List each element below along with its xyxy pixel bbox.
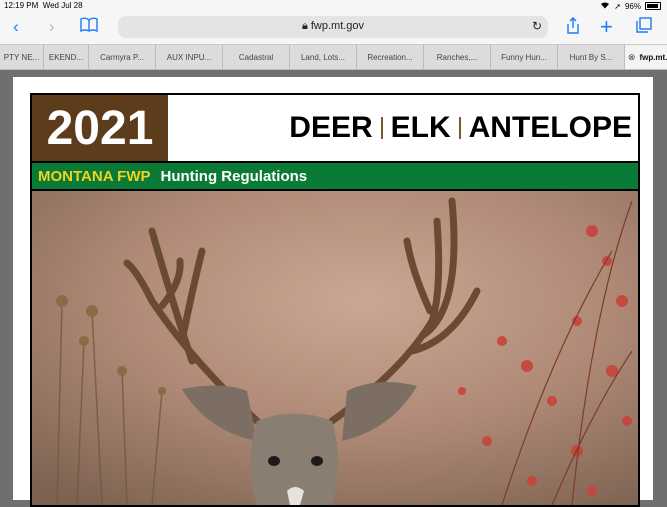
tab-label: Cadastral xyxy=(238,52,274,62)
status-right: ➚ 96% xyxy=(600,1,661,11)
reload-icon[interactable]: ↻ xyxy=(532,19,542,33)
browser-tab[interactable]: Carmyra P... xyxy=(89,45,156,69)
tab-label: EKEND... xyxy=(48,52,84,62)
agency-label: MONTANA FWP xyxy=(38,167,151,185)
browser-tab[interactable]: EKEND... xyxy=(44,45,89,69)
browser-tab[interactable]: Land, Lots... xyxy=(290,45,357,69)
browser-tab[interactable]: AUX INPU... xyxy=(156,45,223,69)
lock-icon: 🔒︎ xyxy=(301,20,308,32)
cover-frame: 2021 DEER ELK ANTELOPE MONTANA FWP Hunti… xyxy=(30,93,640,507)
location-icon: ➚ xyxy=(614,1,621,11)
url-label: fwp.mt.gov xyxy=(310,20,365,32)
forward-icon[interactable]: › xyxy=(49,17,55,37)
back-icon[interactable]: ‹ xyxy=(13,17,19,37)
browser-tab[interactable]: PTY NE... xyxy=(0,45,44,69)
browser-tab[interactable]: Ranches,... xyxy=(424,45,491,69)
share-icon[interactable] xyxy=(566,17,580,40)
tab-label: Hunt By S... xyxy=(569,52,613,62)
close-tab-icon[interactable]: ⊗ xyxy=(628,52,636,63)
mule-deer-image xyxy=(32,191,638,505)
bookmarks-icon[interactable] xyxy=(80,17,98,37)
tab-label: AUX INPU... xyxy=(166,52,212,62)
year-box: 2021 xyxy=(32,95,168,161)
address-bar[interactable]: 🔒︎ fwp.mt.gov ↻ xyxy=(118,16,548,38)
browser-tab[interactable]: Hunt By S... xyxy=(558,45,625,69)
title-separator xyxy=(458,117,461,139)
tab-label: Recreation... xyxy=(367,52,413,62)
agency-banner: MONTANA FWP Hunting Regulations xyxy=(32,161,638,191)
tabs-overview-icon[interactable] xyxy=(636,17,652,38)
species-title: DEER ELK ANTELOPE xyxy=(168,95,638,161)
tab-label: PTY NE... xyxy=(3,52,40,62)
cover-photo xyxy=(32,191,638,505)
battery-icon xyxy=(645,2,661,10)
battery-label: 96% xyxy=(624,1,641,11)
species-deer: DEER xyxy=(289,111,373,144)
status-time: 12:19 PM xyxy=(4,1,39,10)
species-antelope: ANTELOPE xyxy=(468,111,632,144)
status-bar: 12:19 PM Wed Jul 28 ➚ 96% xyxy=(0,0,667,12)
status-time-date: 12:19 PM Wed Jul 28 xyxy=(4,1,83,10)
browser-tab[interactable]: Funny Hun... xyxy=(491,45,558,69)
tab-label: Carmyra P... xyxy=(100,52,144,62)
tab-label: Funny Hun... xyxy=(501,52,547,62)
tab-bar: PTY NE... EKEND... Carmyra P... AUX INPU...… xyxy=(0,44,667,70)
browser-tab[interactable]: ⊗fwp.mt.... xyxy=(625,45,667,69)
tab-label: fwp.mt.... xyxy=(639,52,667,62)
safari-toolbar: ‹ › 🔒︎ fwp.mt.gov ↻ + xyxy=(0,12,667,44)
browser-tab[interactable]: Recreation... xyxy=(357,45,424,69)
tab-label: Land, Lots... xyxy=(300,52,346,62)
subtitle-label: Hunting Regulations xyxy=(160,167,308,185)
browser-tab[interactable]: Cadastral xyxy=(223,45,290,69)
pdf-page: 2021 DEER ELK ANTELOPE MONTANA FWP Hunti… xyxy=(13,77,653,507)
tab-label: Ranches,... xyxy=(436,52,478,62)
new-tab-icon[interactable]: + xyxy=(600,16,613,38)
url-text: 🔒︎ fwp.mt.gov xyxy=(118,20,548,33)
wifi-icon xyxy=(600,1,610,11)
status-date: Wed Jul 28 xyxy=(42,1,83,10)
title-separator xyxy=(380,117,383,139)
species-elk: ELK xyxy=(390,111,451,144)
